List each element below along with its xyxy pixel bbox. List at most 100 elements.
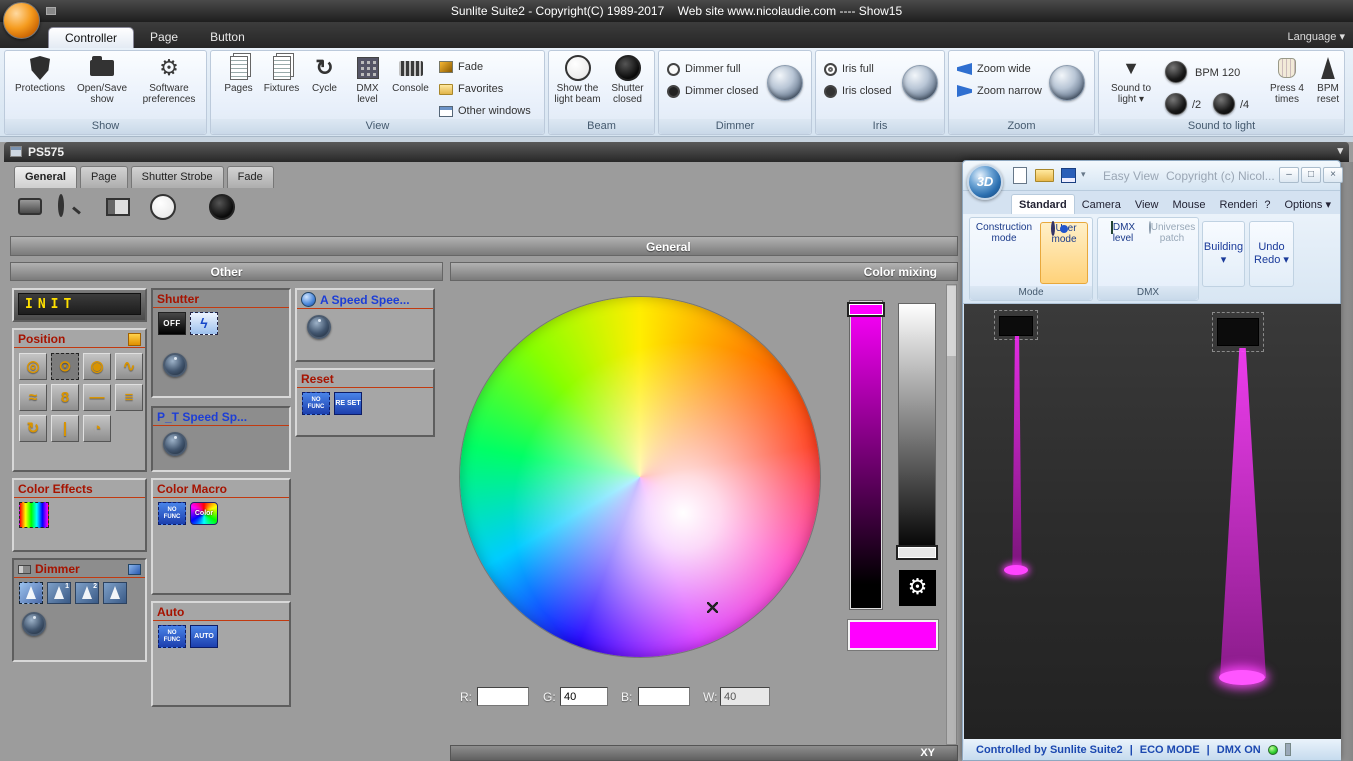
g-input[interactable] [560,687,608,706]
save-file-icon[interactable] [1061,168,1076,183]
a-speed-knob[interactable] [307,315,331,339]
ev-tab-view[interactable]: View [1128,195,1166,214]
shutter-off-icon[interactable]: OFF [158,312,186,335]
dimmer-knob[interactable] [767,65,803,101]
user-mode-button[interactable]: User mode [1040,221,1088,284]
ev-tab-mouse[interactable]: Mouse [1165,195,1212,214]
no-func-icon[interactable]: NO FUNC [158,502,186,525]
dimmer-fader-icon[interactable] [18,564,31,574]
fade-item[interactable]: Fade [439,59,483,75]
no-func-icon[interactable]: NO FUNC [302,392,330,415]
collapse-arrow-icon[interactable]: ▾ [1337,144,1343,157]
color-settings-button[interactable]: ⚙ [899,570,936,606]
beam-open-button[interactable] [150,194,176,220]
moving-head-fixture-right[interactable] [1217,318,1259,346]
position-options-icon[interactable] [128,332,141,346]
ps-tab-shutter-strobe[interactable]: Shutter Strobe [130,166,224,188]
iris-knob[interactable] [902,65,938,101]
zoom-knob[interactable] [1049,65,1085,101]
position-pattern-zigzag[interactable]: ≈ [19,384,47,411]
zoom-narrow-item[interactable]: Zoom narrow [957,83,1042,99]
color-wheel[interactable] [460,297,820,657]
dimmer-closed-item[interactable]: Dimmer closed [667,83,758,99]
beam-closed-button[interactable] [209,194,235,220]
ev-options-menu[interactable]: Options ▾ [1277,194,1338,214]
ps575-titlebar[interactable]: PS575 ▾ [4,142,1349,162]
iris-closed-item[interactable]: Iris closed [824,83,892,99]
color-intensity-slider[interactable] [849,300,883,610]
building-button[interactable]: Building ▾ [1202,221,1245,287]
position-pattern-pan[interactable]: — [83,384,111,411]
easy-view-titlebar[interactable]: ▾ Easy View Copyright (c) Nicol... – □ × [963,161,1343,191]
show-light-beam-button[interactable]: Show the light beam [554,54,601,120]
reset-icon[interactable]: RE SET [334,392,362,415]
cycle-button[interactable]: ↻ Cycle [303,54,346,120]
zoom-wide-item[interactable]: Zoom wide [957,61,1031,77]
panel-scrollbar-thumb[interactable] [947,286,956,356]
search-icon[interactable] [58,194,64,217]
shutter-closed-button[interactable]: Shutter closed [604,54,651,120]
undo-redo-button[interactable]: Undo Redo ▾ [1249,221,1294,287]
position-pattern-tilt[interactable]: | [51,415,79,442]
pages-button[interactable]: Pages [217,54,260,120]
shutter-knob[interactable] [163,353,187,377]
dimmer-preset-1[interactable]: 1 [47,582,71,604]
ps-tab-page[interactable]: Page [79,166,128,188]
ev-tab-standard[interactable]: Standard [1011,194,1075,214]
color-effect-icon[interactable] [19,502,49,528]
fixtures-button[interactable]: Fixtures [260,54,303,120]
quick-access-icon[interactable] [46,7,56,15]
ps-tab-fade[interactable]: Fade [226,166,274,188]
position-pattern-circle[interactable]: ◎ [19,353,47,380]
shutter-strobe-icon[interactable]: ϟ [190,312,218,335]
new-file-icon[interactable] [1013,167,1027,184]
ev-help-button[interactable]: ? [1257,195,1277,214]
ev-tab-rendering[interactable]: Rendering [1213,195,1258,214]
init-button[interactable]: INIT [12,288,147,322]
sound-to-light-button[interactable]: ▼ Sound to light ▾ [1101,54,1161,120]
open-file-icon[interactable] [1035,169,1054,182]
sunlite-logo-icon[interactable] [3,2,40,39]
position-pattern-arc[interactable]: ◔ [83,415,111,442]
dimmer-preset-3[interactable] [103,582,127,604]
position-pattern-swing[interactable]: ↻ [19,415,47,442]
maximize-button[interactable]: □ [1301,167,1321,183]
color-wheel-marker[interactable] [707,602,718,613]
language-menu[interactable]: Language ▾ [1287,30,1345,43]
tab-controller[interactable]: Controller [48,27,135,49]
dimmer-preset-2[interactable]: 2 [75,582,99,604]
bpm-div2-knob[interactable] [1165,93,1187,115]
brightness-slider[interactable] [898,303,936,553]
moving-head-fixture-left[interactable] [999,316,1033,336]
auto-icon[interactable]: AUTO [190,625,218,648]
r-input[interactable] [477,687,529,706]
close-button[interactable]: × [1323,167,1343,183]
bpm-reset-button[interactable]: BPM reset [1311,54,1345,120]
ev-tab-camera[interactable]: Camera [1075,195,1128,214]
bpm-div4-knob[interactable] [1213,93,1235,115]
position-pattern-wave[interactable]: ∿ [115,353,143,380]
universes-patch-button[interactable]: Universes patch [1148,221,1196,284]
w-input[interactable] [720,687,770,706]
b-input[interactable] [638,687,690,706]
open-save-show-button[interactable]: Open/Save show [71,54,133,120]
minimize-button[interactable]: – [1279,167,1299,183]
position-pattern-spiral[interactable]: ◉ [83,353,111,380]
chevron-down-icon[interactable]: ▾ [1081,169,1086,180]
position-pattern-lines[interactable]: ≡ [115,384,143,411]
color-intensity-thumb[interactable] [847,302,885,317]
tab-page[interactable]: Page [134,27,194,49]
dimmer-full-item[interactable]: Dimmer full [667,61,741,77]
split-view-icon[interactable] [106,198,130,216]
construction-mode-button[interactable]: Construction mode [972,222,1036,284]
dmx-level-button[interactable]: DMX level [346,54,389,120]
no-func-icon[interactable]: NO FUNC [158,625,186,648]
3d-viewport[interactable] [964,304,1341,741]
favorites-item[interactable]: Favorites [439,81,503,97]
position-pattern-center[interactable]: ⊙ [51,353,79,380]
display-toggle-icon[interactable] [18,198,42,215]
bpm-knob[interactable] [1165,61,1187,83]
press-4-times-button[interactable]: Press 4 times [1263,54,1311,120]
iris-full-item[interactable]: Iris full [824,61,874,77]
other-windows-item[interactable]: Other windows [439,103,531,119]
